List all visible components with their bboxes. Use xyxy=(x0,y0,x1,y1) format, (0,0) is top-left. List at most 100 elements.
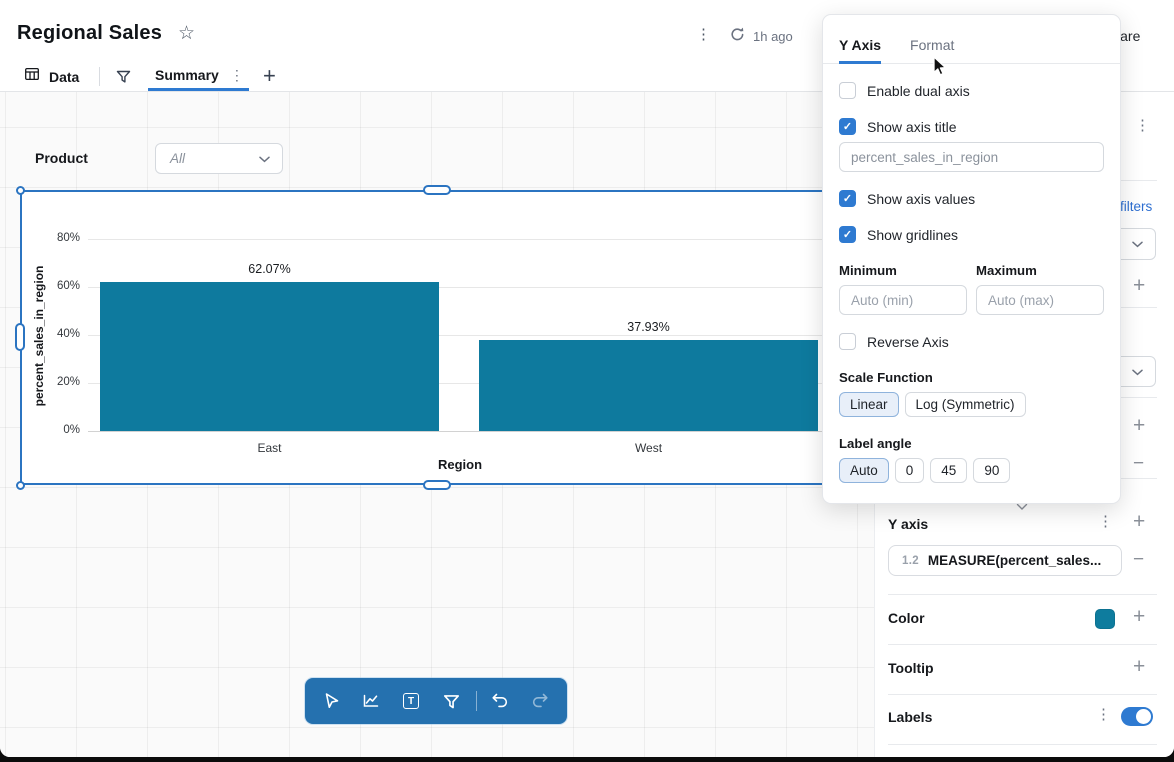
selection-handle-bottom[interactable] xyxy=(423,480,451,490)
x-axis-title: Region xyxy=(110,457,810,472)
product-filter-label: Product xyxy=(35,150,88,166)
screen-edge xyxy=(0,757,1174,762)
axis-title-input[interactable] xyxy=(839,142,1104,172)
canvas-toolbar: T xyxy=(305,678,567,724)
sidebar-section-kebab-icon[interactable]: ⋮ xyxy=(1135,118,1150,134)
filter-icon[interactable] xyxy=(115,68,132,90)
bar-value-label: 37.93% xyxy=(479,320,818,334)
angle-0-button[interactable]: 0 xyxy=(895,458,925,483)
enable-dual-axis-label: Enable dual axis xyxy=(867,83,970,99)
gridline xyxy=(88,239,854,240)
reverse-axis-row: Reverse Axis xyxy=(839,333,1104,350)
x-tick-west: West xyxy=(479,441,818,455)
y-tick: 20% xyxy=(40,376,80,388)
maximum-label: Maximum xyxy=(976,263,1104,278)
angle-45-button[interactable]: 45 xyxy=(930,458,967,483)
text-tool-icon[interactable]: T xyxy=(400,690,422,712)
angle-90-button[interactable]: 90 xyxy=(973,458,1010,483)
y-tick: 0% xyxy=(40,424,80,436)
y-axis-field-pill[interactable]: 1.2 MEASURE(percent_sales... xyxy=(888,545,1122,576)
app-window: Regional Sales ☆ ⋮ 1h ago Share Data Sum… xyxy=(0,0,1174,757)
chart-tool-icon[interactable] xyxy=(360,690,382,712)
x-tick-east: East xyxy=(100,441,439,455)
undo-icon[interactable] xyxy=(489,690,511,712)
y-tick: 60% xyxy=(40,280,80,292)
tooltip-section-title: Tooltip xyxy=(888,660,934,676)
toolbar-divider xyxy=(476,691,477,711)
show-axis-title-row: ✓ Show axis title xyxy=(839,118,1104,135)
reverse-axis-label: Reverse Axis xyxy=(867,334,949,350)
add-tab-button[interactable]: + xyxy=(263,63,276,89)
tab-summary[interactable]: Summary ⋮ xyxy=(148,62,249,91)
selection-handle-top-left[interactable] xyxy=(16,186,25,195)
product-filter-value: All xyxy=(170,151,185,166)
pointer-tool-icon[interactable] xyxy=(321,690,343,712)
star-icon[interactable]: ☆ xyxy=(178,22,195,46)
show-axis-title-label: Show axis title xyxy=(867,119,956,135)
popup-tab-y-axis[interactable]: Y Axis xyxy=(839,37,881,64)
angle-auto-button[interactable]: Auto xyxy=(839,458,889,483)
last-refresh-label: 1h ago xyxy=(753,29,793,44)
minimum-label: Minimum xyxy=(839,263,967,278)
color-swatch[interactable] xyxy=(1095,609,1115,629)
mouse-cursor xyxy=(928,54,950,83)
selection-handle-bottom-left[interactable] xyxy=(16,481,25,490)
color-add-button[interactable]: + xyxy=(1133,608,1145,626)
popup-tabs: Y Axis Format xyxy=(823,15,1120,64)
sidebar-divider xyxy=(888,744,1157,745)
scale-function-label: Scale Function xyxy=(839,370,1104,385)
filter-tool-icon[interactable] xyxy=(440,690,462,712)
sidebar-divider xyxy=(888,594,1157,595)
redo-icon[interactable] xyxy=(529,690,551,712)
y-axis-remove-button[interactable]: − xyxy=(1133,551,1144,569)
tab-divider xyxy=(99,67,100,86)
show-gridlines-row: ✓ Show gridlines xyxy=(839,226,1104,243)
show-axis-values-row: ✓ Show axis values xyxy=(839,190,1104,207)
enable-dual-axis-row: Enable dual axis xyxy=(839,82,1104,99)
tooltip-add-button[interactable]: + xyxy=(1133,658,1145,676)
tab-summary-kebab-icon[interactable]: ⋮ xyxy=(230,67,244,83)
table-icon xyxy=(24,66,40,87)
x-axis-line xyxy=(88,431,854,432)
sidebar-divider xyxy=(888,694,1157,695)
scale-linear-button[interactable]: Linear xyxy=(839,392,899,417)
selection-handle-top[interactable] xyxy=(423,185,451,195)
enable-dual-axis-checkbox[interactable] xyxy=(839,82,856,99)
add-field-button[interactable]: + xyxy=(1133,277,1145,295)
tab-data-label: Data xyxy=(49,69,79,85)
reverse-axis-checkbox[interactable] xyxy=(839,333,856,350)
show-axis-title-checkbox[interactable]: ✓ xyxy=(839,118,856,135)
maximum-input[interactable] xyxy=(976,285,1104,315)
refresh-icon[interactable] xyxy=(729,26,746,48)
bar-chart[interactable]: percent_sales_in_region 80% 60% 40% 20% … xyxy=(21,191,854,484)
tab-summary-label: Summary xyxy=(155,67,219,83)
y-axis-add-button[interactable]: + xyxy=(1133,513,1145,531)
show-gridlines-checkbox[interactable]: ✓ xyxy=(839,226,856,243)
labels-section-title: Labels xyxy=(888,709,932,725)
bar-west[interactable] xyxy=(479,340,818,431)
bar-value-label: 62.07% xyxy=(100,262,439,276)
filters-link[interactable]: filters xyxy=(1120,199,1152,214)
sidebar-divider xyxy=(888,644,1157,645)
tab-data[interactable]: Data xyxy=(24,66,79,87)
chevron-down-icon xyxy=(259,150,270,168)
y-axis-kebab-icon[interactable]: ⋮ xyxy=(1098,514,1113,530)
show-axis-values-checkbox[interactable]: ✓ xyxy=(839,190,856,207)
remove-field-button[interactable]: − xyxy=(1133,455,1144,473)
y-axis-section-title: Y axis xyxy=(888,516,928,532)
scale-log-button[interactable]: Log (Symmetric) xyxy=(905,392,1026,417)
header-kebab-icon[interactable]: ⋮ xyxy=(696,27,711,43)
labels-toggle[interactable] xyxy=(1121,707,1153,726)
chevron-down-icon xyxy=(1132,363,1143,381)
labels-kebab-icon[interactable]: ⋮ xyxy=(1096,707,1111,723)
y-axis-settings-popup: Y Axis Format Enable dual axis ✓ Show ax… xyxy=(822,14,1121,504)
chevron-down-icon xyxy=(1132,235,1143,253)
label-angle-label: Label angle xyxy=(839,436,1104,451)
add-field-button[interactable]: + xyxy=(1133,417,1145,435)
selection-handle-left[interactable] xyxy=(15,323,25,351)
minimum-input[interactable] xyxy=(839,285,967,315)
bar-east[interactable] xyxy=(100,282,439,431)
color-section-title: Color xyxy=(888,610,925,626)
y-tick: 80% xyxy=(40,232,80,244)
product-filter-select[interactable]: All xyxy=(155,143,283,174)
